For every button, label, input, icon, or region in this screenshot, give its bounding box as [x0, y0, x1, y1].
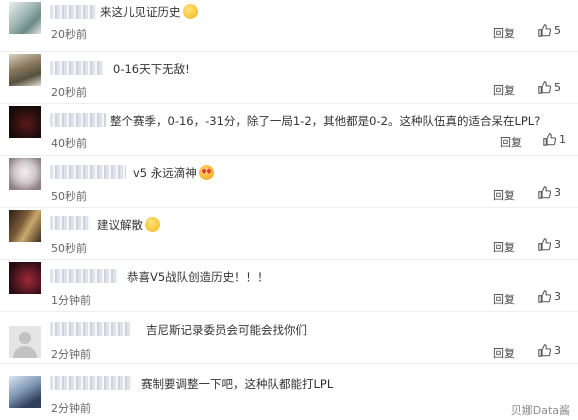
reply-button[interactable]: 回复 [493, 345, 515, 361]
reply-button[interactable]: 回复 [493, 239, 515, 255]
reply-button[interactable]: 回复 [493, 291, 515, 307]
avatar[interactable] [9, 106, 41, 138]
comment-item: 吉尼斯记录委员会可能会找你们 2分钟前 回复 3 [0, 312, 578, 364]
comment-text: 整个赛季，0-16，-31分，除了一局1-2，其他都是0-2。这种队伍真的适合呆… [110, 114, 541, 128]
username-blur [50, 322, 130, 336]
like-count: 3 [554, 238, 561, 251]
comment-text: 0-16天下无敌! [113, 62, 190, 76]
comment-item: v5 永远滴神 50秒前 回复 3 [0, 156, 578, 208]
watermark: 贝娜Data酱 [510, 404, 570, 417]
like-button[interactable]: 3 [538, 238, 561, 251]
comment-item: 恭喜V5战队创造历史！！！ 1分钟前 回复 3 [0, 260, 578, 312]
like-count: 3 [554, 290, 561, 303]
username-blur [50, 113, 106, 127]
timestamp: 50秒前 [51, 242, 87, 255]
avatar[interactable] [9, 158, 41, 190]
reply-button[interactable]: 回复 [500, 134, 522, 150]
username-blur [50, 269, 118, 283]
thumbs-up-icon [538, 238, 552, 251]
comment-item: 整个赛季，0-16，-31分，除了一局1-2，其他都是0-2。这种队伍真的适合呆… [0, 104, 578, 156]
timestamp: 50秒前 [51, 190, 87, 203]
comment-item: 来这儿见证历史 20秒前 回复 5 [0, 0, 578, 52]
thumbs-up-icon [538, 81, 552, 94]
timestamp: 2分钟前 [51, 402, 91, 415]
like-button[interactable]: 3 [538, 344, 561, 357]
username-blur [50, 376, 132, 390]
avatar[interactable] [9, 376, 41, 408]
thumbs-up-icon [538, 24, 552, 37]
avatar[interactable] [9, 262, 41, 294]
comment-text: 恭喜V5战队创造历史！！！ [127, 270, 269, 284]
laughing-emoji-icon [182, 4, 198, 19]
smirk-emoji-icon [145, 217, 160, 232]
heart-eyes-emoji-icon [198, 165, 214, 180]
comment-text: v5 永远滴神 [133, 164, 214, 182]
like-count: 5 [554, 24, 561, 37]
reply-button[interactable]: 回复 [493, 187, 515, 203]
comment-text: 来这儿见证历史 [100, 3, 198, 21]
like-button[interactable]: 3 [538, 290, 561, 303]
like-button[interactable]: 5 [538, 81, 561, 94]
username-blur [50, 61, 104, 75]
timestamp: 20秒前 [51, 28, 87, 41]
timestamp: 40秒前 [51, 137, 87, 150]
like-button[interactable]: 3 [538, 186, 561, 199]
comment-item: 赛制要调整一下吧，这种队都能打LPL 2分钟前 [0, 364, 578, 416]
username-blur [50, 165, 126, 179]
username-blur [50, 5, 96, 19]
comment-text: 建议解散 [97, 216, 160, 234]
comment-text: 吉尼斯记录委员会可能会找你们 [146, 323, 307, 337]
thumbs-up-icon [538, 290, 552, 303]
like-count: 1 [559, 133, 566, 146]
like-count: 3 [554, 344, 561, 357]
avatar[interactable] [9, 326, 41, 358]
timestamp: 2分钟前 [51, 348, 91, 361]
like-button[interactable]: 1 [543, 133, 566, 146]
avatar[interactable] [9, 54, 41, 86]
comment-item: 0-16天下无敌! 20秒前 回复 5 [0, 52, 578, 104]
thumbs-up-icon [543, 133, 557, 146]
avatar[interactable] [9, 210, 41, 242]
reply-button[interactable]: 回复 [493, 82, 515, 98]
avatar[interactable] [9, 2, 41, 34]
username-blur [50, 216, 90, 230]
thumbs-up-icon [538, 344, 552, 357]
like-count: 3 [554, 186, 561, 199]
reply-button[interactable]: 回复 [493, 25, 515, 41]
like-button[interactable]: 5 [538, 24, 561, 37]
comment-item: 建议解散 50秒前 回复 3 [0, 208, 578, 260]
like-count: 5 [554, 81, 561, 94]
timestamp: 20秒前 [51, 86, 87, 99]
thumbs-up-icon [538, 186, 552, 199]
comment-text: 赛制要调整一下吧，这种队都能打LPL [141, 377, 334, 391]
timestamp: 1分钟前 [51, 294, 91, 307]
